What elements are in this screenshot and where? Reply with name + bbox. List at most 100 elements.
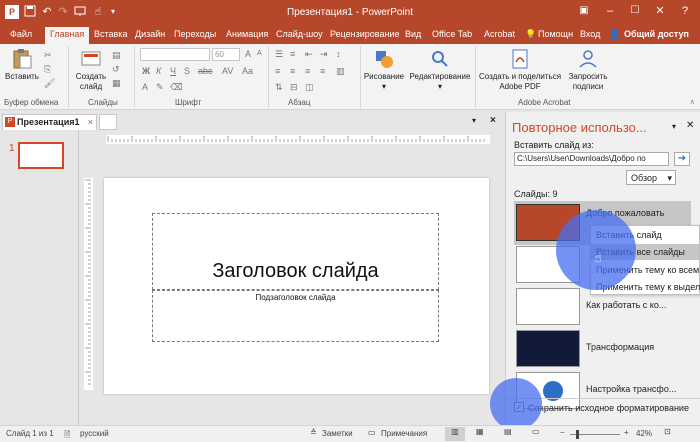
slide-number: 1 <box>9 143 15 154</box>
thumbnail-pane <box>0 130 78 425</box>
smartart-icon[interactable]: ◫ <box>305 82 314 93</box>
vertical-ruler <box>84 178 93 390</box>
align-text-icon[interactable]: ⊟ <box>290 82 298 93</box>
spell-check-icon[interactable]: 🗎 <box>64 429 70 442</box>
slide-source-input[interactable]: C:\Users\User\Downloads\Добро по <box>514 152 669 166</box>
shrink-font-icon[interactable]: A <box>257 50 262 57</box>
request-signatures-button[interactable]: Запросить подписи <box>564 48 612 92</box>
slideshow-icon[interactable]: ▭ <box>532 427 540 436</box>
layout-icon[interactable]: ▤ <box>112 50 121 61</box>
tab-acrobat[interactable]: Acrobat <box>484 29 515 39</box>
strikethrough-icon[interactable]: abc <box>198 66 213 76</box>
tab-insert[interactable]: Вставка <box>94 29 127 39</box>
tab-animations[interactable]: Анимация <box>226 29 268 39</box>
slide-item-label: Настройка трансфо... <box>586 384 677 394</box>
tab-view[interactable]: Вид <box>405 29 421 39</box>
collapse-ribbon-icon[interactable]: ˄ <box>690 98 695 107</box>
font-name-field[interactable] <box>140 48 210 61</box>
drawing-label: Рисование <box>363 72 405 81</box>
increase-indent-icon[interactable]: ⇥ <box>320 49 328 60</box>
title-placeholder[interactable]: Заголовок слайда <box>152 213 439 290</box>
close-icon[interactable]: ✕ <box>653 4 667 18</box>
reading-view-icon[interactable]: ▤ <box>504 427 512 436</box>
columns-icon[interactable]: ▥ <box>336 66 345 77</box>
highlight-icon[interactable]: ✎ <box>156 82 164 93</box>
document-tab[interactable]: P Презентация1 × <box>2 114 97 130</box>
tab-slideshow[interactable]: Слайд-шоу <box>276 29 323 39</box>
tab-list-icon[interactable]: ▾ <box>472 116 476 125</box>
notes-icon[interactable]: ≙ <box>310 428 317 437</box>
clear-format-icon[interactable]: ⌫ <box>170 82 183 93</box>
browse-button[interactable]: Обзор ▾ <box>626 170 676 185</box>
pane-divider[interactable] <box>78 130 79 425</box>
minimize-icon[interactable]: – <box>603 4 617 18</box>
slide-canvas[interactable]: Заголовок слайда Подзаголовок слайда <box>104 178 489 394</box>
new-slide-button[interactable]: Создать слайд <box>72 48 110 92</box>
align-right-icon[interactable]: ≡ <box>305 66 310 76</box>
section-icon[interactable]: ▦ <box>112 78 121 89</box>
share-button[interactable]: Общий доступ <box>624 29 689 39</box>
font-size-field[interactable]: 60 <box>212 48 240 61</box>
justify-icon[interactable]: ≡ <box>320 66 325 76</box>
paste-button[interactable]: Вставить <box>4 48 40 82</box>
go-arrow-icon[interactable]: ➔ <box>674 152 690 166</box>
slide-item[interactable]: Трансформация <box>516 330 698 368</box>
tab-design[interactable]: Дизайн <box>135 29 165 39</box>
ribbon-display-options-icon[interactable]: ▣ <box>577 4 591 18</box>
maximize-icon[interactable]: ☐ <box>628 4 642 18</box>
normal-view-icon[interactable]: ▥ <box>445 427 465 441</box>
cut-icon[interactable]: ✂ <box>44 50 52 61</box>
new-tab-button[interactable] <box>99 114 117 130</box>
tab-office-tab[interactable]: Office Tab <box>432 29 472 39</box>
slide-thumbnail[interactable] <box>18 142 64 169</box>
comments-icon[interactable]: ▭ <box>368 428 376 437</box>
language[interactable]: русский <box>80 429 109 438</box>
sign-in-link[interactable]: Вход <box>580 29 600 39</box>
tab-transitions[interactable]: Переходы <box>174 29 216 39</box>
editing-button[interactable]: Редактирование ▾ <box>408 48 472 92</box>
tab-file[interactable]: Файл <box>10 29 32 39</box>
create-share-label-2: Adobe PDF <box>499 82 541 91</box>
group-separator <box>268 46 269 108</box>
notes-button[interactable]: Заметки <box>322 429 353 438</box>
change-case-icon[interactable]: Aa <box>242 66 253 76</box>
underline-icon[interactable]: Ч <box>170 66 176 76</box>
zoom-in-icon[interactable]: + <box>624 428 629 437</box>
bullets-icon[interactable]: ☰ <box>275 49 283 60</box>
italic-icon[interactable]: К <box>156 66 161 76</box>
numbering-icon[interactable]: ≡ <box>290 49 295 59</box>
drawing-button[interactable]: Рисование ▾ <box>362 48 406 92</box>
align-center-icon[interactable]: ≡ <box>290 66 295 76</box>
zoom-out-icon[interactable]: − <box>560 428 565 437</box>
font-color-icon[interactable]: A <box>142 82 148 92</box>
align-left-icon[interactable]: ≡ <box>275 66 280 76</box>
close-pane-icon[interactable]: ✕ <box>686 120 694 131</box>
zoom-slider-thumb[interactable] <box>576 430 579 439</box>
slide-sorter-icon[interactable]: ▦ <box>476 427 484 436</box>
grow-font-icon[interactable]: A <box>245 49 251 59</box>
char-spacing-icon[interactable]: AV <box>222 66 233 76</box>
zoom-level[interactable]: 42% <box>636 429 652 438</box>
tell-me-help[interactable]: Помощн <box>538 29 573 39</box>
tab-review[interactable]: Рецензирование <box>330 29 400 39</box>
create-share-pdf-button[interactable]: Создать и поделиться Adobe PDF <box>478 48 562 92</box>
copy-icon[interactable]: ⎘ <box>44 64 51 75</box>
shadow-icon[interactable]: S <box>184 66 190 76</box>
line-spacing-icon[interactable]: ↕ <box>336 49 341 59</box>
subtitle-placeholder[interactable]: Подзаголовок слайда <box>152 290 439 342</box>
decrease-indent-icon[interactable]: ⇤ <box>305 49 313 60</box>
fit-to-window-icon[interactable]: ⊡ <box>664 427 671 436</box>
lightbulb-icon: 💡 <box>525 29 537 39</box>
help-icon[interactable]: ? <box>678 4 692 18</box>
pane-options-icon[interactable]: ▾ <box>672 122 676 131</box>
slide-item-thumbnail <box>516 330 580 367</box>
comments-button[interactable]: Примечания <box>381 429 427 438</box>
group-label-clipboard: Буфер обмена <box>4 98 59 107</box>
close-all-icon[interactable]: × <box>490 115 496 126</box>
tab-home[interactable]: Главная <box>45 27 90 44</box>
reset-icon[interactable]: ↺ <box>112 64 120 75</box>
format-painter-icon[interactable]: 🖌 <box>44 78 55 89</box>
close-tab-icon[interactable]: × <box>88 115 93 129</box>
text-direction-icon[interactable]: ⇅ <box>275 82 283 93</box>
bold-icon[interactable]: Ж <box>142 66 150 76</box>
